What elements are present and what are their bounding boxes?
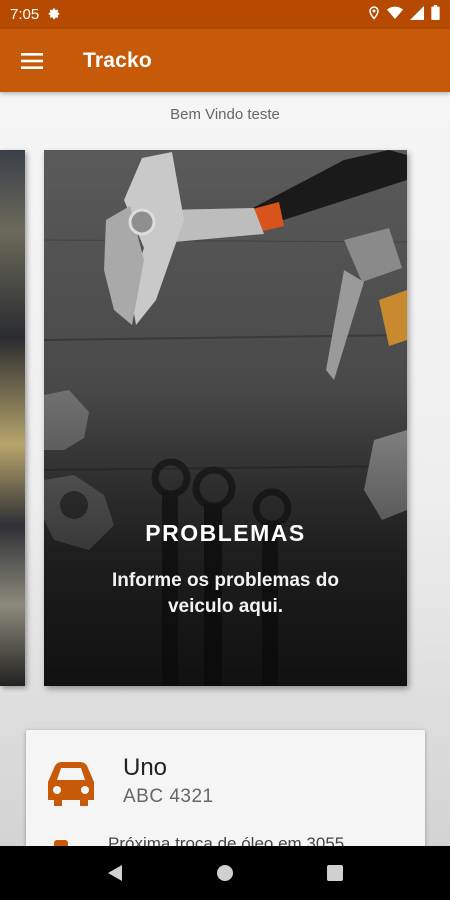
clock-time: 7:05 — [10, 6, 40, 23]
wifi-icon — [387, 6, 403, 24]
menu-icon — [21, 52, 43, 69]
settings-icon — [47, 6, 61, 24]
battery-icon — [431, 5, 440, 24]
app-title: Tracko — [83, 48, 152, 72]
vehicle-plate: ABC 4321 — [123, 786, 214, 807]
recents-button[interactable] — [315, 853, 355, 893]
status-bar: 7:05 — [0, 0, 450, 29]
back-icon — [108, 865, 122, 881]
home-button[interactable] — [205, 853, 245, 893]
navigation-bar — [0, 846, 450, 900]
previous-card[interactable] — [0, 150, 25, 686]
home-icon — [217, 865, 233, 881]
recents-icon — [327, 865, 343, 881]
car-icon — [48, 762, 94, 806]
card-description: Informe os problemas do veiculo aqui. — [112, 570, 339, 617]
card-title: PROBLEMAS — [145, 520, 306, 546]
vehicle-name: Uno — [123, 754, 168, 781]
location-icon — [368, 5, 380, 24]
welcome-message: Bem Vindo teste — [170, 106, 280, 123]
feature-carousel[interactable]: PROBLEMAS Informe os problemas do veicul… — [0, 150, 450, 686]
back-button[interactable] — [95, 853, 135, 893]
signal-icon — [410, 5, 424, 24]
menu-button[interactable] — [0, 29, 64, 92]
app-bar: Tracko — [0, 29, 450, 92]
problems-card[interactable]: PROBLEMAS Informe os problemas do veicul… — [44, 150, 407, 686]
